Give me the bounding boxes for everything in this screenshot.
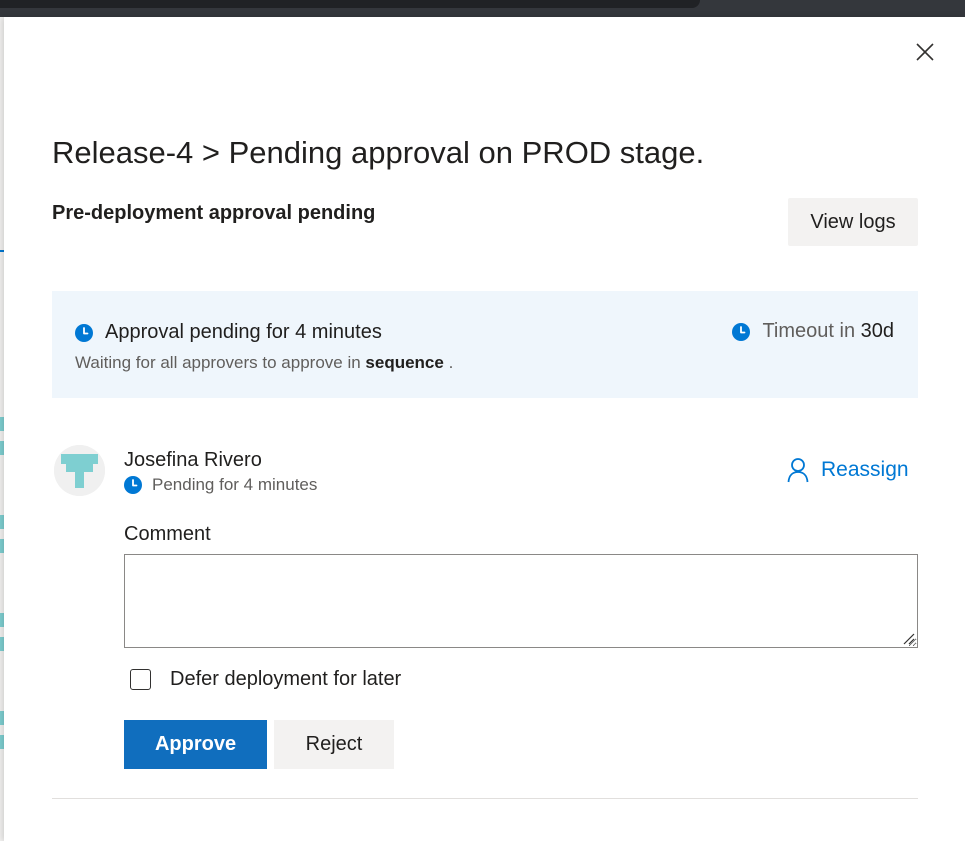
person-icon [787, 458, 809, 483]
view-logs-button[interactable]: View logs [788, 198, 918, 246]
identicon-image [54, 445, 105, 496]
defer-checkbox[interactable] [130, 669, 151, 690]
reassign-button[interactable]: Reassign [787, 457, 909, 483]
reassign-label: Reassign [821, 458, 909, 481]
browser-tab-strip [0, 0, 700, 8]
comment-field[interactable] [124, 554, 918, 648]
timeout-value: 30d [860, 320, 894, 342]
waiting-text: Waiting for all approvers to approve in … [75, 353, 453, 373]
approver-status-text: Pending for 4 minutes [152, 475, 318, 494]
close-button[interactable] [914, 41, 936, 63]
waiting-prefix: Waiting for all approvers to approve in [75, 353, 366, 372]
clock-icon [732, 322, 751, 341]
reject-button[interactable]: Reject [274, 720, 394, 769]
approval-pending-text: Approval pending for 4 minutes [105, 321, 382, 343]
app-top-bar [0, 0, 965, 17]
approver-status: Pending for 4 minutes [124, 475, 317, 495]
approval-pending-row: Approval pending for 4 minutes [75, 321, 382, 344]
timeout-label: Timeout in [762, 320, 861, 342]
avatar [54, 445, 105, 496]
waiting-suffix: . [443, 353, 454, 372]
comment-label: Comment [124, 523, 211, 545]
close-icon [916, 43, 934, 61]
divider [52, 798, 918, 799]
clock-icon [124, 476, 142, 494]
approver-name: Josefina Rivero [124, 449, 262, 471]
panel-subtitle: Pre-deployment approval pending [52, 202, 376, 224]
defer-deployment-option[interactable]: Defer deployment for later [130, 668, 401, 691]
approval-status-box: Approval pending for 4 minutes Timeout i… [52, 291, 918, 398]
timeout-row: Timeout in 30d [732, 320, 894, 343]
clock-icon [75, 323, 93, 342]
defer-label: Defer deployment for later [170, 668, 402, 690]
page-title: Release-4 > Pending approval on PROD sta… [52, 135, 705, 170]
approval-panel: Release-4 > Pending approval on PROD sta… [4, 17, 965, 841]
approve-button[interactable]: Approve [124, 720, 267, 769]
waiting-mode: sequence [365, 353, 444, 372]
